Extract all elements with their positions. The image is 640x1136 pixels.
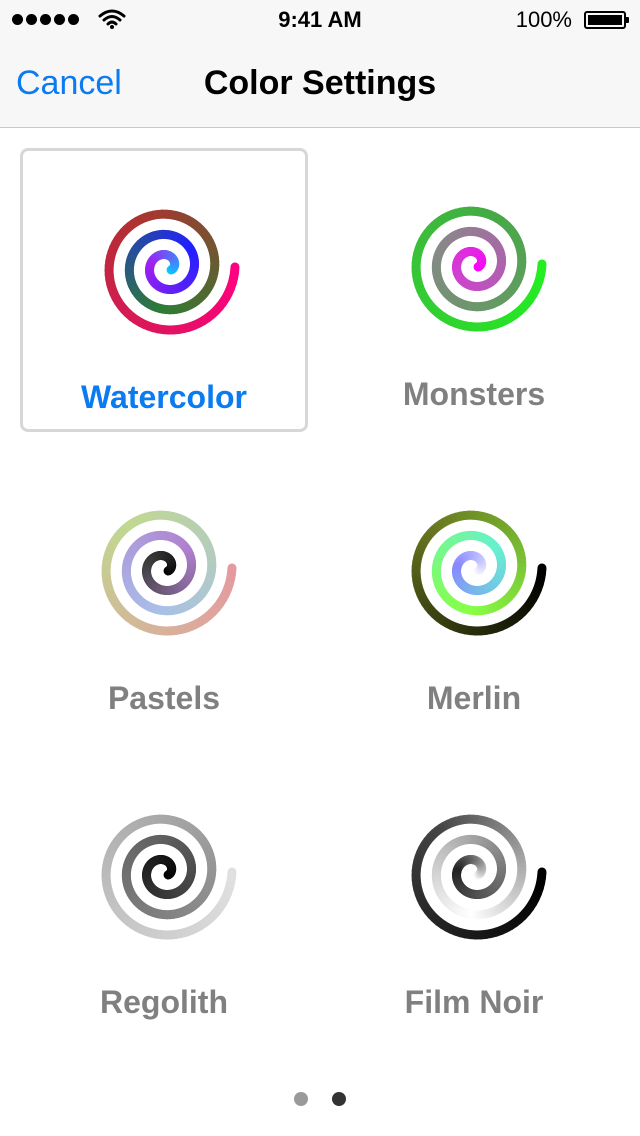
theme-label: Pastels — [107, 680, 221, 716]
theme-label: Monsters — [402, 376, 546, 412]
watercolor-spiral-icon — [104, 209, 240, 335]
merlin-spiral-icon — [411, 510, 547, 636]
color-settings-screen: 9:41 AM 100% Cancel Color Settings Water… — [0, 0, 640, 1136]
page-title: Color Settings — [203, 64, 437, 102]
page-dot-1[interactable] — [294, 1092, 308, 1106]
theme-label: Regolith — [100, 984, 228, 1020]
film-noir-spiral-icon — [411, 814, 547, 940]
page-dot-2[interactable] — [332, 1092, 346, 1106]
theme-tile-regolith[interactable]: Regolith — [20, 756, 308, 1040]
theme-label: Watercolor — [81, 379, 247, 415]
theme-tile-watercolor[interactable]: Watercolor — [20, 148, 308, 432]
page-control[interactable] — [0, 1092, 640, 1106]
theme-tile-pastels[interactable]: Pastels — [20, 452, 308, 736]
theme-label: Merlin — [426, 680, 522, 716]
monsters-spiral-icon — [411, 206, 547, 332]
theme-tile-film-noir[interactable]: Film Noir — [330, 756, 618, 1040]
navigation-bar: Cancel Color Settings — [0, 40, 640, 128]
battery-percentage: 100% — [515, 7, 572, 32]
regolith-spiral-icon — [101, 814, 237, 940]
theme-tile-merlin[interactable]: Merlin — [330, 452, 618, 736]
theme-tile-monsters[interactable]: Monsters — [330, 148, 618, 432]
theme-label: Film Noir — [404, 984, 544, 1020]
battery-full-icon — [584, 11, 629, 29]
pastels-spiral-icon — [101, 510, 237, 636]
status-bar: 9:41 AM 100% — [0, 0, 640, 40]
